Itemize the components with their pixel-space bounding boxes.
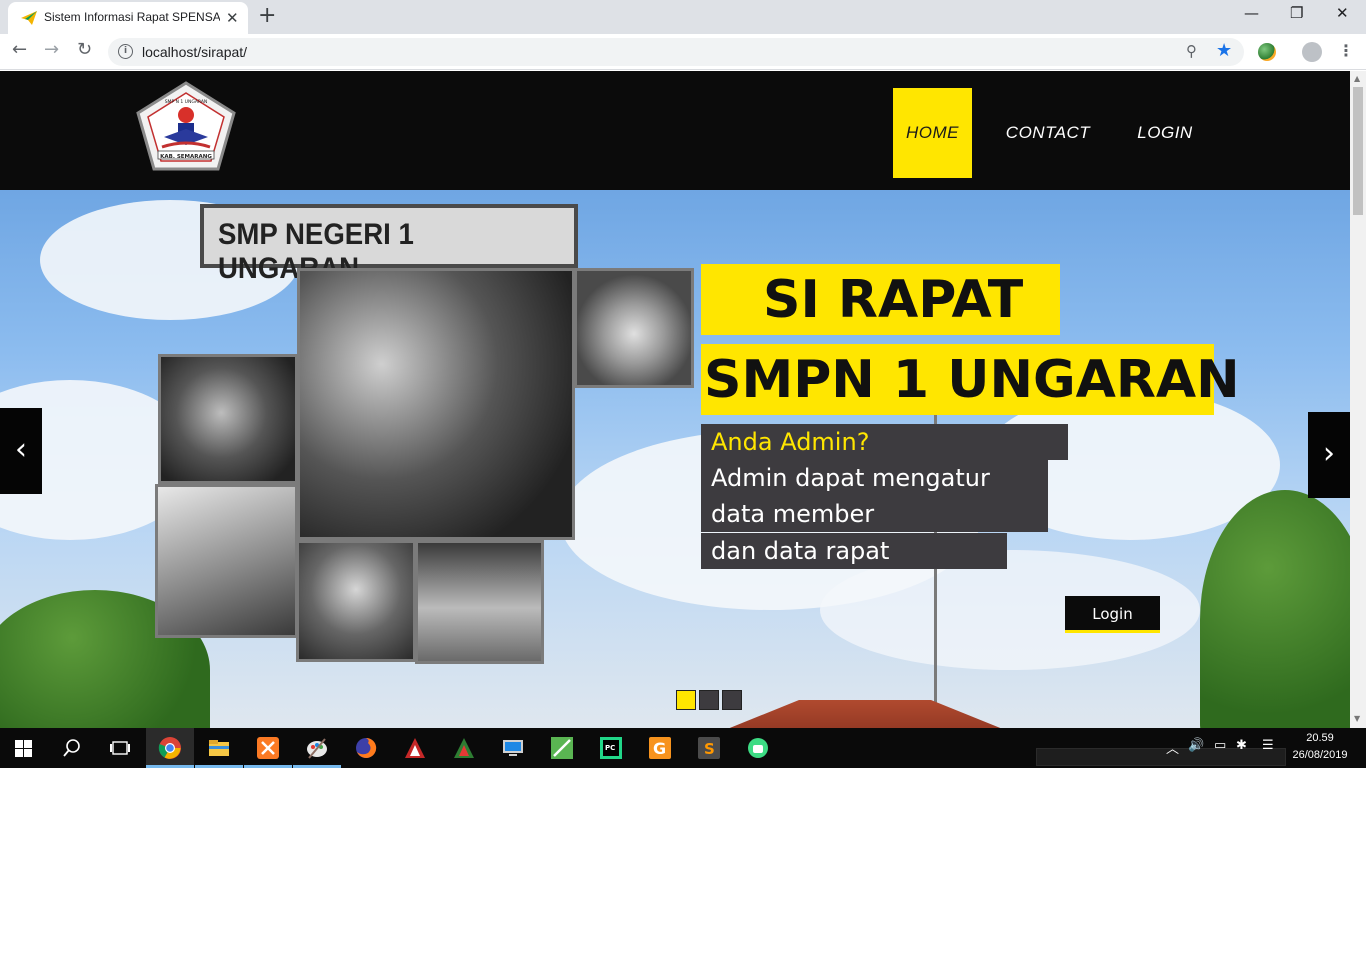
photo-portrait — [574, 268, 694, 388]
nav-login[interactable]: LOGIN — [1128, 88, 1202, 178]
taskbar-time[interactable]: 20.59 — [1290, 732, 1350, 744]
gitkraken-icon[interactable]: G — [648, 736, 672, 760]
app-2-icon[interactable] — [452, 736, 476, 760]
photo-couple — [158, 354, 298, 484]
hero-desc-line-1: Admin dapat mengatur — [701, 460, 1048, 496]
nav-contact[interactable]: CONTACT — [996, 88, 1100, 178]
address-bar[interactable]: i localhost/sirapat/ ⚲ ★ — [108, 38, 1244, 66]
profile-icon[interactable] — [1302, 42, 1322, 62]
android-studio-icon[interactable] — [550, 736, 574, 760]
back-button[interactable]: ← — [12, 39, 27, 60]
menu-icon[interactable]: ⋮ — [1338, 41, 1354, 60]
scrollbar-thumb[interactable] — [1353, 87, 1363, 215]
search-icon[interactable] — [60, 736, 84, 760]
firefox-icon[interactable] — [354, 736, 378, 760]
browser-toolbar: ← → ↻ i localhost/sirapat/ ⚲ ★ ⋮ — [0, 34, 1366, 70]
photo-students-selfie — [296, 540, 416, 662]
restore-button[interactable]: ❐ — [1290, 4, 1303, 22]
hero-question: Anda Admin? — [701, 424, 1068, 460]
tab-title: Sistem Informasi Rapat SPENSA | — [44, 10, 220, 24]
taskbar-running-indicator — [293, 765, 341, 768]
school-sign-photo: SMP NEGERI 1 UNGARAN — [200, 204, 578, 285]
close-window-button[interactable]: ✕ — [1336, 4, 1349, 22]
hero-desc-line-2: data member — [701, 496, 1048, 532]
app-1-icon[interactable] — [403, 736, 427, 760]
pycharm-icon[interactable]: PC — [599, 736, 623, 760]
taskbar-date[interactable]: 26/08/2019 — [1286, 749, 1354, 761]
carousel-prev-arrow[interactable]: ‹ — [0, 408, 42, 494]
hero-title-line-2: SMPN 1 UNGARAN — [701, 344, 1240, 415]
task-view-icon[interactable] — [108, 736, 132, 760]
extension-icon[interactable] — [1258, 43, 1276, 61]
remote-desktop-icon[interactable] — [501, 736, 525, 760]
hero-login-button[interactable]: Login — [1065, 596, 1160, 633]
sublime-text-icon[interactable]: S — [697, 736, 721, 760]
tree — [1200, 490, 1350, 728]
paint-icon[interactable] — [305, 736, 329, 760]
windows-start-icon[interactable] — [15, 740, 33, 757]
new-tab-button[interactable]: + — [258, 3, 276, 28]
forward-button[interactable]: → — [44, 39, 59, 60]
building-roof — [700, 700, 1030, 728]
xampp-icon[interactable] — [256, 736, 280, 760]
url-text[interactable]: localhost/sirapat/ — [142, 44, 247, 60]
carousel-dot-3[interactable] — [722, 690, 742, 710]
zoom-icon[interactable]: ⚲ — [1186, 42, 1197, 60]
chevron-up-icon[interactable]: ︿ — [1166, 738, 1179, 757]
svg-text:S: S — [704, 740, 715, 758]
android-app-icon[interactable] — [746, 736, 770, 760]
svg-text:G: G — [653, 739, 666, 758]
windows-taskbar: PC G S ︿ 🔊 ▭ ✱ ☰ 20.59 26/08/2019 — [0, 728, 1366, 768]
taskbar-running-indicator — [146, 765, 194, 768]
site-header: KAB. SEMARANG SMP N 1 UNGARAN HOME CONTA… — [0, 71, 1350, 190]
page-viewport: KAB. SEMARANG SMP N 1 UNGARAN HOME CONTA… — [0, 71, 1350, 728]
reload-button[interactable]: ↻ — [77, 39, 92, 60]
action-center-icon[interactable]: ☰ — [1262, 738, 1274, 753]
carousel-dot-1[interactable] — [676, 690, 696, 710]
scroll-up-icon[interactable]: ▲ — [1354, 74, 1360, 83]
chrome-icon[interactable] — [158, 736, 182, 760]
logo-top-text: SMP N 1 UNGARAN — [165, 99, 208, 105]
taskbar-running-indicator — [195, 765, 243, 768]
network-icon[interactable]: ✱ — [1236, 738, 1247, 753]
tray-overlay-bar — [1036, 748, 1286, 766]
scroll-down-icon[interactable]: ▼ — [1354, 714, 1360, 723]
carousel-dot-2[interactable] — [699, 690, 719, 710]
browser-tab[interactable]: Sistem Informasi Rapat SPENSA | ✕ — [8, 2, 248, 34]
tab-close-icon[interactable]: ✕ — [226, 9, 239, 27]
page-scrollbar[interactable]: ▲ ▼ — [1350, 71, 1366, 728]
hero-title-line-1: SI RAPAT — [701, 264, 1060, 335]
photo-students-uniform — [415, 540, 544, 664]
minimize-button[interactable]: — — [1244, 4, 1259, 22]
volume-icon[interactable]: 🔊 — [1188, 738, 1204, 753]
browser-tabstrip: Sistem Informasi Rapat SPENSA | ✕ + — ❐ … — [0, 0, 1366, 34]
photo-teachers-group — [297, 268, 575, 540]
file-explorer-icon[interactable] — [207, 736, 231, 760]
taskbar-running-indicator — [244, 765, 292, 768]
nav-home[interactable]: HOME — [893, 88, 972, 178]
logo-bottom-text: KAB. SEMARANG — [160, 154, 212, 160]
hero-carousel: SMP NEGERI 1 UNGARAN SI RAPAT SMPN 1 UNG… — [0, 190, 1350, 728]
carousel-next-arrow[interactable]: › — [1308, 412, 1350, 498]
photo-students-activity — [155, 484, 298, 638]
battery-icon[interactable]: ▭ — [1214, 738, 1226, 753]
svg-text:PC: PC — [605, 744, 615, 752]
school-logo[interactable]: KAB. SEMARANG SMP N 1 UNGARAN — [134, 81, 238, 173]
bookmark-star-icon[interactable]: ★ — [1216, 40, 1232, 61]
paper-plane-icon — [21, 11, 37, 25]
info-icon[interactable]: i — [118, 44, 133, 59]
hero-desc-line-3: dan data rapat — [701, 533, 1007, 569]
